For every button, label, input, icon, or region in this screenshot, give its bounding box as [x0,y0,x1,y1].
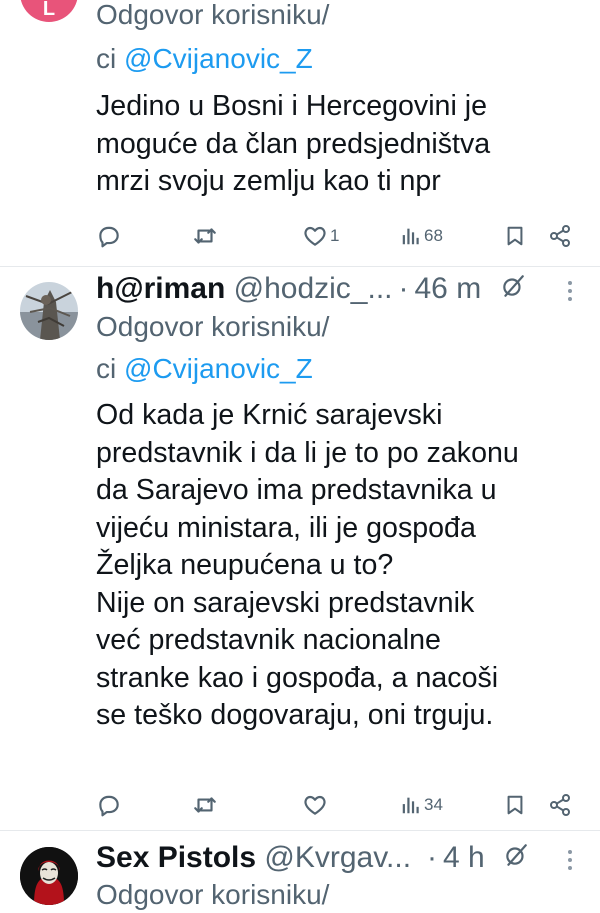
reply-context: Odgovor korisniku/ [96,309,329,345]
reply-button[interactable] [96,790,122,820]
more-options-button[interactable] [560,280,580,305]
views-button[interactable]: 68 [400,221,443,251]
retweet-icon [194,228,216,244]
more-options-button[interactable] [560,849,580,874]
user-handle[interactable]: @hodzic_... [234,272,393,305]
mention-link[interactable]: @Cvijanovic_Z [124,43,313,74]
like-count: 1 [330,226,340,245]
avatar-image [20,847,78,905]
tweet-text-line: već predstavnik nacionalne [96,624,441,656]
like-button[interactable]: 1 [302,221,339,251]
avatar[interactable] [20,847,78,905]
bookmark-icon [507,226,523,246]
reply-icon [99,795,119,817]
share-button[interactable] [548,790,572,820]
avatar[interactable] [20,282,78,340]
tweet-text-line: Od kada je Krnić sarajevski [96,399,443,431]
tweet-divider [0,830,600,831]
tweet-header: Sex Pistols @Kvrgav... · 4 h [96,840,529,877]
tweet-text-line: moguće da član predsjedništva [96,127,491,160]
tweet-text-line: vijeću ministara, ili je gospođa [96,511,476,544]
more-icon [568,850,572,870]
reply-context-line-2: ci @Cvijanovic_Z [96,41,313,77]
more-icon [568,281,572,301]
reply-context: Odgovor korisniku/ [96,0,329,33]
retweet-button[interactable] [191,790,219,820]
share-button[interactable] [548,221,572,251]
views-count: 68 [424,226,443,245]
reply-prefix: Odgovor korisniku/ [96,311,330,342]
mention-link[interactable]: @Cvijanovic_Z [124,353,313,384]
views-icon [402,228,419,245]
tweet-text-line: stranke kao i gospođa, a nacoši [96,661,499,694]
tweet-text-line: predstavnik i da li je to po zakonu [96,436,519,469]
avatar[interactable]: L [20,0,78,22]
bookmark-icon [507,795,523,815]
timestamp[interactable]: 4 h [443,841,485,874]
tweet-text-line: Željka neupućena u to? [96,549,394,581]
tweet-text: Od kada je Krnić sarajevski predstavnik … [96,397,586,735]
views-button[interactable]: 34 [400,790,443,820]
display-name[interactable]: h@riman [96,272,225,305]
tweet-actions: 1 68 [96,221,582,251]
separator-dot: · [427,841,438,874]
like-icon [304,795,326,815]
retweet-button[interactable] [191,221,219,251]
grok-button[interactable] [500,272,526,308]
tweet-text-line: Jedino u Bosni i Hercegovini je [96,90,487,122]
avatar-letter: L [42,0,56,20]
reply-icon [99,226,119,248]
user-handle[interactable]: @Kvrgav... [264,841,411,874]
retweet-icon [194,797,216,813]
bookmark-button[interactable] [504,790,526,820]
reply-suffix: ci [96,353,117,384]
grok-icon [502,275,524,297]
reply-button[interactable] [96,221,122,251]
tweet-text-line: se teško dogovaraju, oni trguju. [96,699,494,731]
share-icon [550,225,570,247]
tweet-text-line: mrzi svoju zemlju kao ti npr [96,165,441,197]
tweet-header: h@riman @hodzic_... · 46 m [96,271,526,308]
reply-prefix: Odgovor korisniku/ [96,879,330,910]
tweet-text-line: Nije on sarajevski predstavnik [96,586,475,619]
separator-dot: · [398,272,409,305]
tweet-text-line: da Sarajevo ima predstavnika u [96,474,497,506]
like-icon [304,226,326,246]
display-name[interactable]: Sex Pistols [96,841,256,874]
grok-button[interactable] [503,841,529,877]
avatar-image [20,282,78,340]
share-icon [550,794,570,816]
views-icon [402,797,419,814]
tweet-divider [0,266,600,267]
reply-prefix: Odgovor korisniku/ [96,0,330,30]
reply-suffix: ci [96,43,117,74]
bookmark-button[interactable] [504,221,526,251]
tweet-actions: 34 [96,790,582,820]
views-count: 34 [424,795,443,814]
timestamp[interactable]: 46 m [415,272,482,305]
tweet-text: Jedino u Bosni i Hercegovini je moguće d… [96,88,586,201]
grok-icon [506,844,527,866]
reply-context: Odgovor korisniku/ [96,877,329,913]
reply-context-line-2: ci @Cvijanovic_Z [96,351,313,387]
like-button[interactable] [302,790,328,820]
